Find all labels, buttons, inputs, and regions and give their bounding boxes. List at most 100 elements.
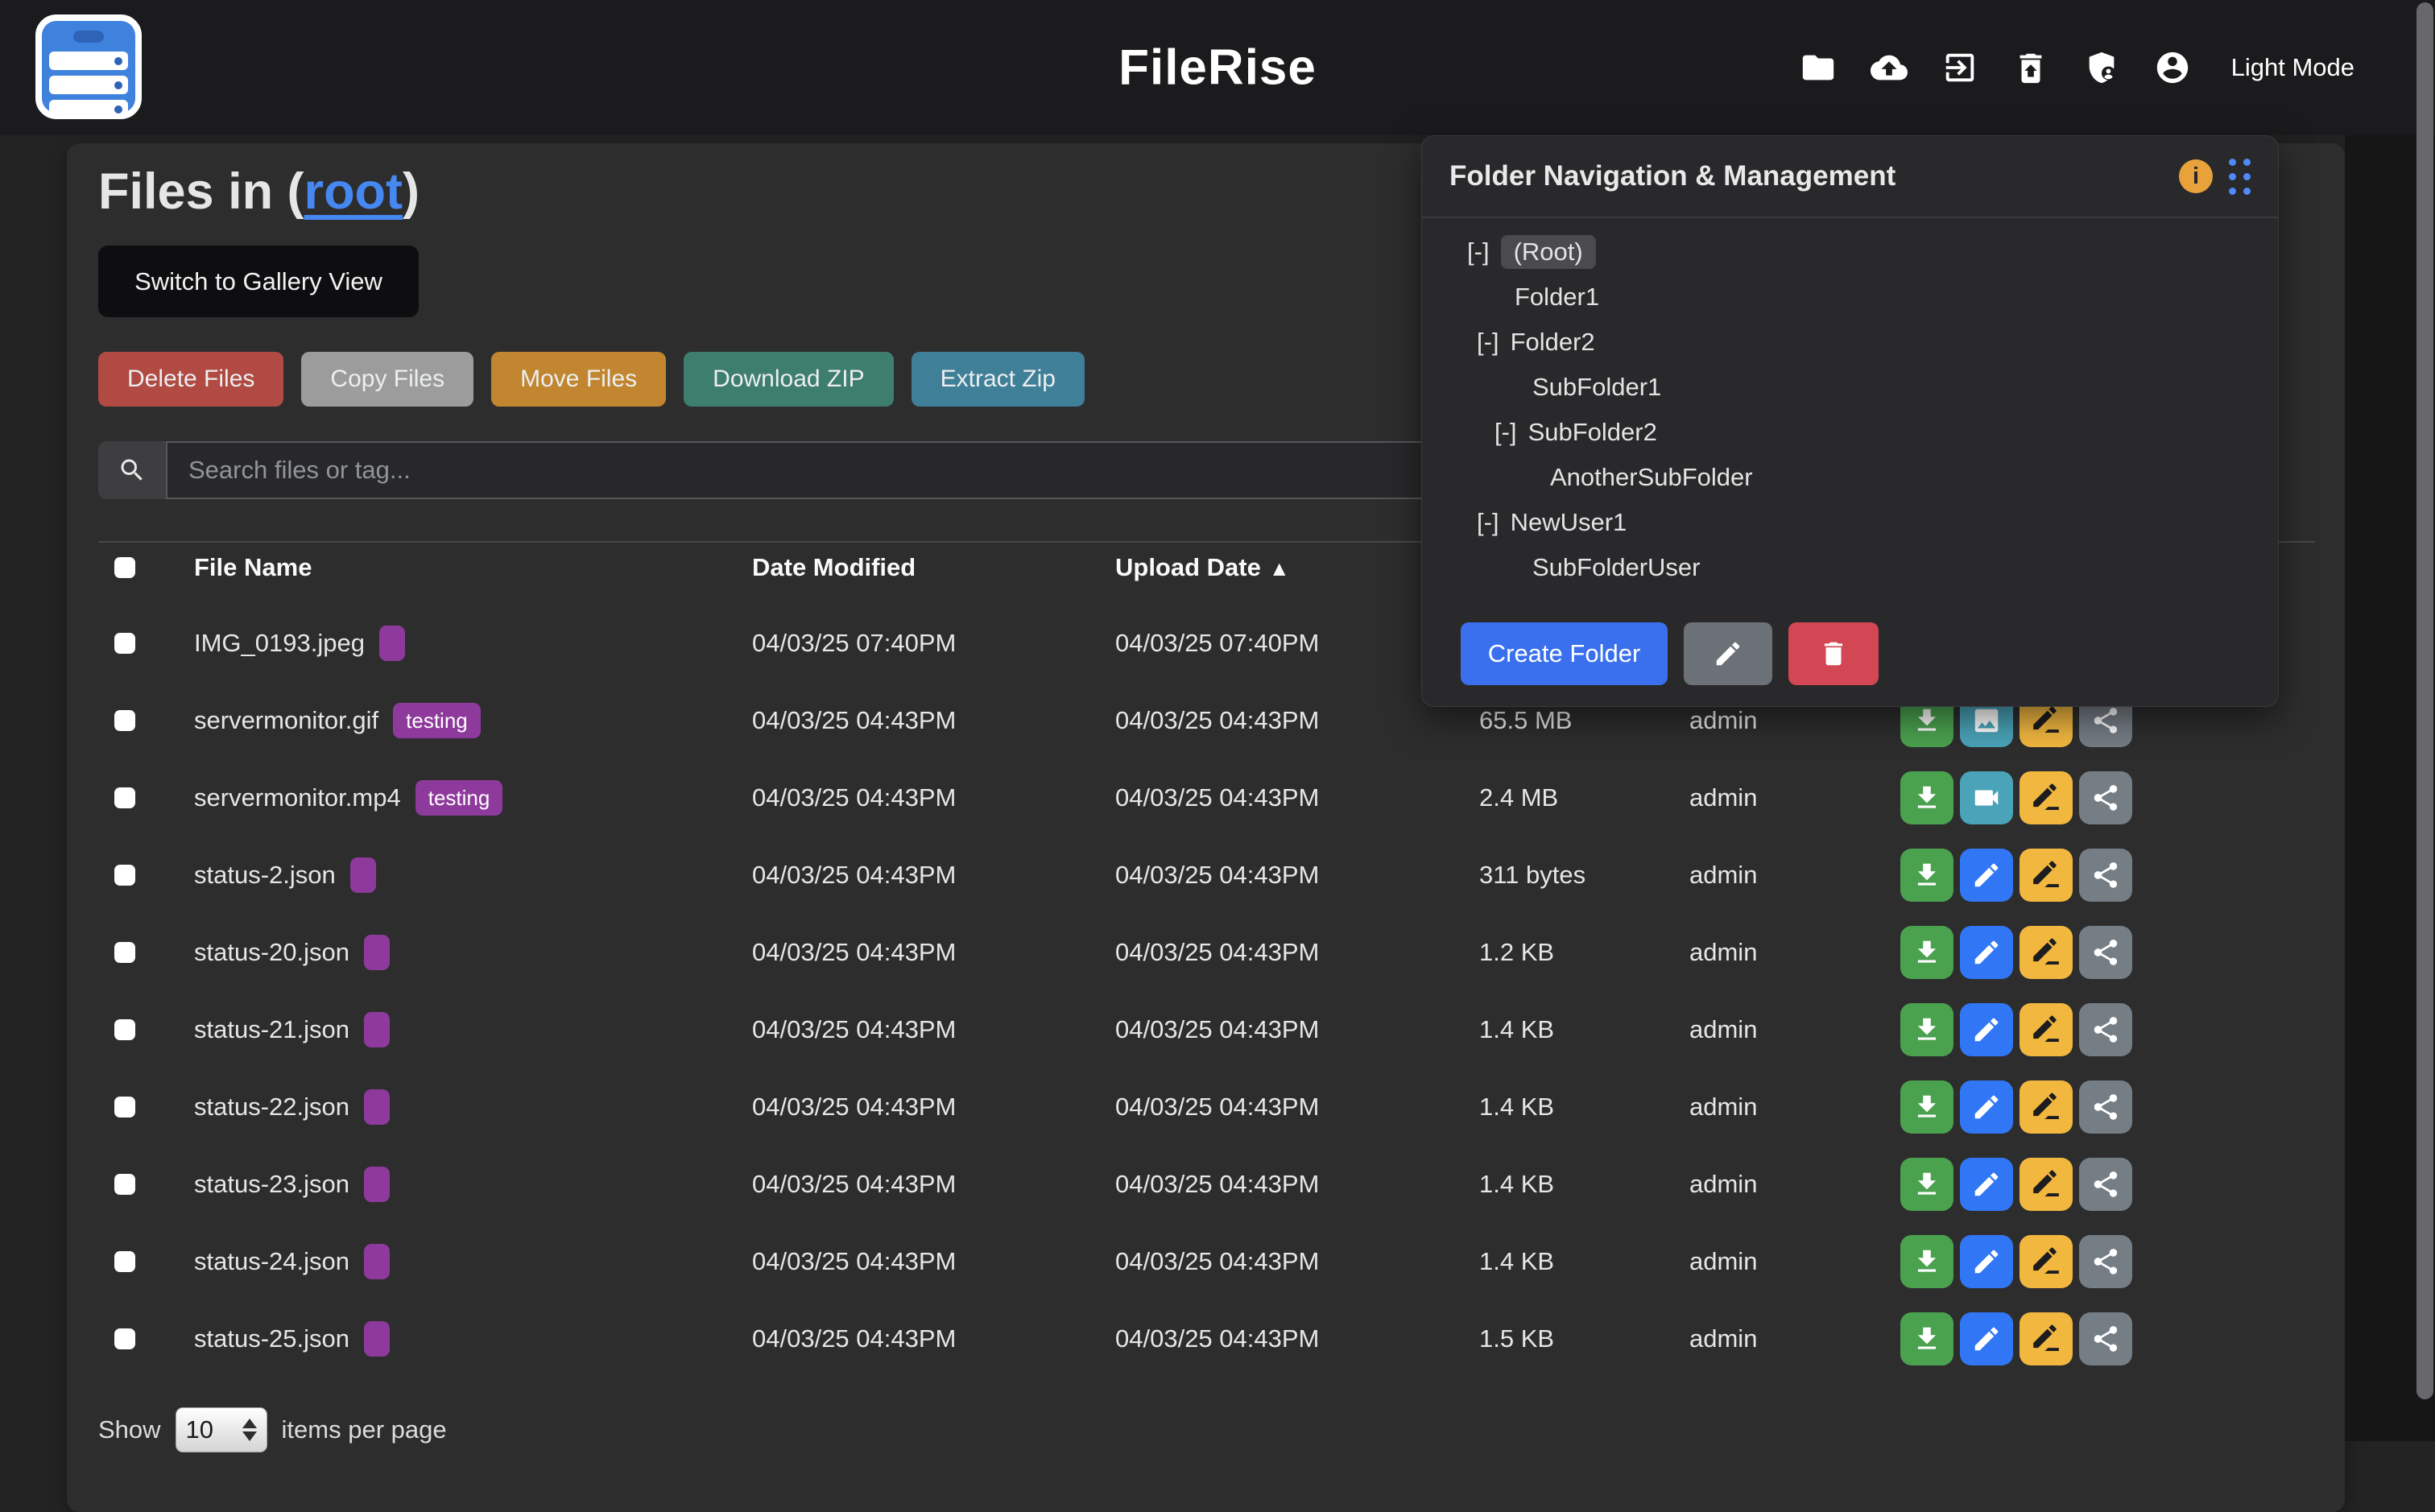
rename-folder-button[interactable] xyxy=(1684,622,1772,685)
edit-file-button[interactable] xyxy=(1960,926,2013,979)
row-checkbox[interactable] xyxy=(114,942,135,963)
file-name: status-23.json xyxy=(194,1170,349,1199)
rename-button[interactable] xyxy=(2020,926,2073,979)
row-actions xyxy=(1900,1312,2132,1365)
share-button[interactable] xyxy=(2079,771,2132,824)
row-checkbox[interactable] xyxy=(114,1097,135,1117)
items-per-page-select[interactable]: 10 xyxy=(176,1407,267,1452)
file-name-cell[interactable]: IMG_0193.jpeg xyxy=(194,626,405,661)
col-upload-date[interactable]: Upload Date▲ xyxy=(1115,553,1290,582)
folder-icon[interactable] xyxy=(1798,48,1838,88)
row-checkbox[interactable] xyxy=(114,1174,135,1195)
preview-video-button[interactable] xyxy=(1960,771,2013,824)
file-name-cell[interactable]: status-22.json xyxy=(194,1089,390,1125)
download-button[interactable] xyxy=(1900,1158,1953,1211)
share-button[interactable] xyxy=(2079,1080,2132,1134)
col-file-name[interactable]: File Name xyxy=(194,553,312,582)
delete-files-button[interactable]: Delete Files xyxy=(98,352,283,407)
account-circle-icon[interactable] xyxy=(2152,48,2193,88)
copy-files-button[interactable]: Copy Files xyxy=(301,352,473,407)
edit-file-button[interactable] xyxy=(1960,1080,2013,1134)
edit-file-button[interactable] xyxy=(1960,1003,2013,1056)
folder-tree-label[interactable]: Folder1 xyxy=(1515,283,1599,312)
logout-icon[interactable] xyxy=(1940,48,1980,88)
file-name-cell[interactable]: status-21.json xyxy=(194,1012,390,1047)
edit-file-button[interactable] xyxy=(1960,1235,2013,1288)
rename-button[interactable] xyxy=(2020,1312,2073,1365)
col-date-modified[interactable]: Date Modified xyxy=(752,553,916,582)
row-checkbox[interactable] xyxy=(114,710,135,731)
download-button[interactable] xyxy=(1900,849,1953,902)
folder-tree-label[interactable]: (Root) xyxy=(1501,235,1596,269)
download-button[interactable] xyxy=(1900,1080,1953,1134)
file-name-cell[interactable]: status-25.json xyxy=(194,1321,390,1357)
tree-collapse-toggle[interactable]: [-] xyxy=(1494,418,1517,447)
extract-zip-button[interactable]: Extract Zip xyxy=(912,352,1085,407)
edit-file-button[interactable] xyxy=(1960,1312,2013,1365)
download-button[interactable] xyxy=(1900,1003,1953,1056)
edit-file-button[interactable] xyxy=(1960,1158,2013,1211)
file-name-cell[interactable]: status-2.json xyxy=(194,857,376,893)
share-button[interactable] xyxy=(2079,1312,2132,1365)
edit-file-button[interactable] xyxy=(1960,849,2013,902)
rename-button[interactable] xyxy=(2020,849,2073,902)
scrollbar[interactable] xyxy=(2416,2,2433,1399)
trash-restore-icon[interactable] xyxy=(2011,48,2051,88)
row-checkbox[interactable] xyxy=(114,1328,135,1349)
file-table-body: IMG_0193.jpeg 04/03/25 07:40PM 04/03/25 … xyxy=(67,605,2345,1378)
tree-collapse-toggle[interactable]: [-] xyxy=(1467,238,1490,266)
download-button[interactable] xyxy=(1900,926,1953,979)
file-name-cell[interactable]: servermonitor.giftesting xyxy=(194,703,481,738)
folder-tree-label[interactable]: NewUser1 xyxy=(1511,508,1627,537)
rename-button[interactable] xyxy=(2020,1003,2073,1056)
file-name-cell[interactable]: servermonitor.mp4testing xyxy=(194,780,502,816)
trash-icon xyxy=(1818,638,1849,669)
root-folder-link[interactable]: root xyxy=(304,163,403,220)
share-button[interactable] xyxy=(2079,1003,2132,1056)
rename-button[interactable] xyxy=(2020,771,2073,824)
folder-tree-label[interactable]: SubFolderUser xyxy=(1532,553,1700,582)
select-all-checkbox[interactable] xyxy=(114,557,135,578)
create-folder-button[interactable]: Create Folder xyxy=(1461,622,1668,685)
switch-gallery-view-button[interactable]: Switch to Gallery View xyxy=(98,246,419,317)
rename-button[interactable] xyxy=(2020,1158,2073,1211)
row-checkbox[interactable] xyxy=(114,787,135,808)
cloud-upload-icon[interactable] xyxy=(1869,48,1909,88)
folder-tree-item: AnotherSubFolder xyxy=(1467,455,2278,500)
delete-folder-button[interactable] xyxy=(1788,622,1879,685)
folder-tree-label[interactable]: AnotherSubFolder xyxy=(1550,463,1753,492)
date-modified-cell: 04/03/25 04:43PM xyxy=(752,1324,956,1353)
upload-date-cell: 04/03/25 04:43PM xyxy=(1115,861,1319,890)
drag-handle-icon[interactable] xyxy=(2229,159,2251,195)
row-checkbox[interactable] xyxy=(114,1251,135,1272)
admin-shield-icon[interactable] xyxy=(2082,48,2122,88)
info-icon[interactable]: i xyxy=(2179,159,2213,193)
theme-toggle[interactable]: Light Mode xyxy=(2231,53,2354,82)
folder-tree-label[interactable]: Folder2 xyxy=(1511,328,1595,357)
download-button[interactable] xyxy=(1900,771,1953,824)
move-files-button[interactable]: Move Files xyxy=(491,352,666,407)
download-button[interactable] xyxy=(1900,1235,1953,1288)
row-checkbox[interactable] xyxy=(114,865,135,886)
download-zip-button[interactable]: Download ZIP xyxy=(684,352,893,407)
file-name-cell[interactable]: status-20.json xyxy=(194,935,390,970)
row-checkbox[interactable] xyxy=(114,633,135,654)
share-button[interactable] xyxy=(2079,849,2132,902)
folder-tree-label[interactable]: SubFolder2 xyxy=(1528,418,1657,447)
uploader-cell: admin xyxy=(1689,938,1757,967)
search-input[interactable] xyxy=(166,441,1445,499)
rename-button[interactable] xyxy=(2020,1235,2073,1288)
share-button[interactable] xyxy=(2079,1235,2132,1288)
row-actions xyxy=(1900,1158,2132,1211)
download-button[interactable] xyxy=(1900,1312,1953,1365)
tree-collapse-toggle[interactable]: [-] xyxy=(1477,328,1499,357)
folder-tree-label[interactable]: SubFolder1 xyxy=(1532,373,1661,402)
row-checkbox[interactable] xyxy=(114,1019,135,1040)
share-button[interactable] xyxy=(2079,926,2132,979)
share-button[interactable] xyxy=(2079,1158,2132,1211)
folder-tree-item: [-] SubFolder2 xyxy=(1467,410,2278,455)
rename-button[interactable] xyxy=(2020,1080,2073,1134)
file-name-cell[interactable]: status-24.json xyxy=(194,1244,390,1279)
tree-collapse-toggle[interactable]: [-] xyxy=(1477,508,1499,537)
file-name-cell[interactable]: status-23.json xyxy=(194,1167,390,1202)
